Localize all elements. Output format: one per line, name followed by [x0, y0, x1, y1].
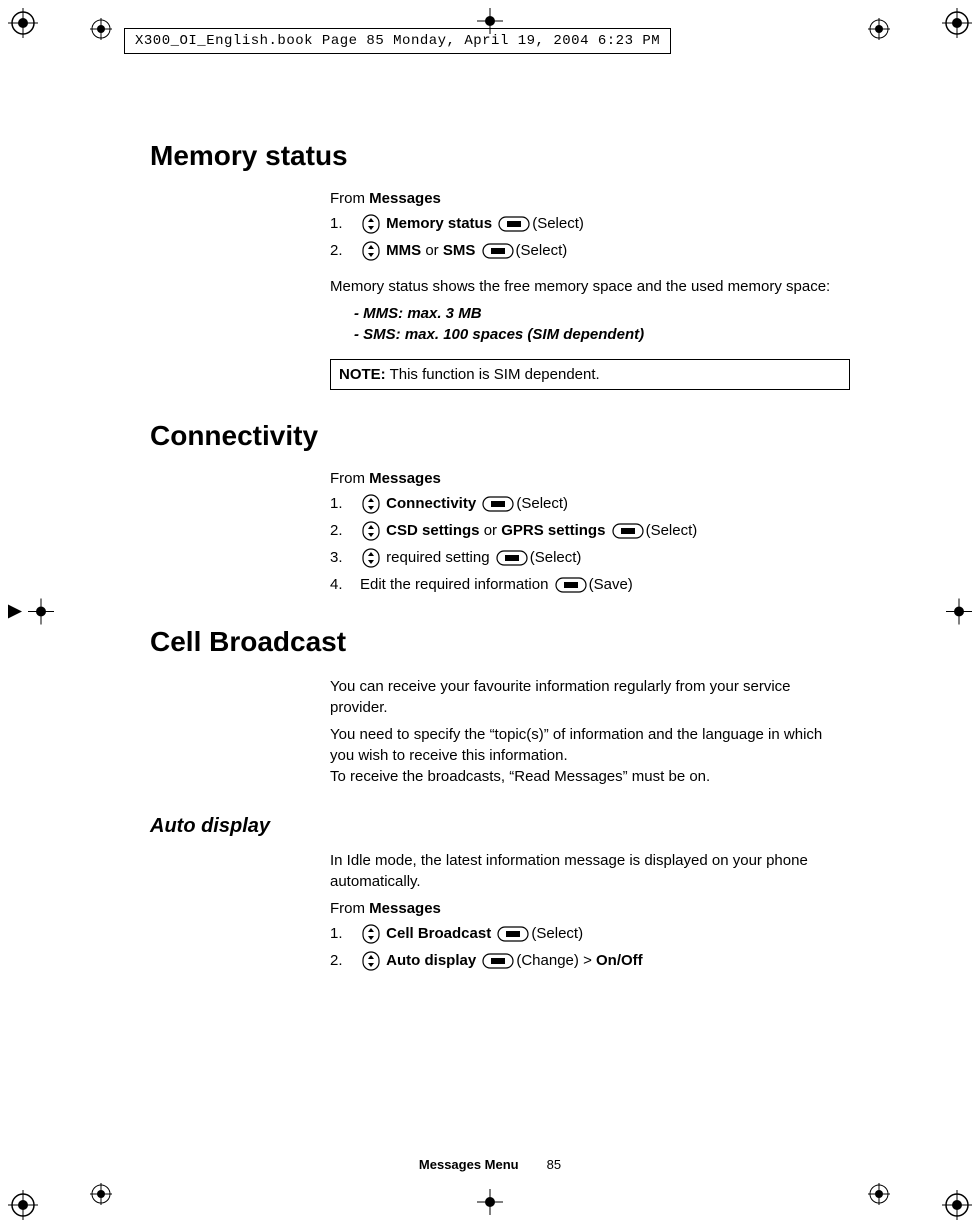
reg-mark-icon — [868, 1183, 890, 1210]
from-label: From Messages — [330, 190, 850, 207]
step-number: 1. — [330, 493, 348, 516]
nav-up-down-icon — [362, 950, 380, 973]
step-number: 1. — [330, 923, 348, 946]
softkey-button-icon — [482, 950, 514, 973]
softkey-button-icon — [497, 923, 529, 946]
from-label: From Messages — [330, 470, 850, 487]
body-text: Memory status shows the free memory spac… — [330, 276, 850, 297]
reg-mark-icon — [477, 1189, 503, 1220]
page-footer: Messages Menu85 — [0, 1157, 980, 1172]
reg-mark-icon — [90, 1183, 112, 1210]
softkey-button-icon — [555, 574, 587, 597]
step-item: 1. Cell Broadcast (Select) — [330, 923, 850, 946]
nav-up-down-icon — [362, 520, 380, 543]
bullet-item: SMS: max. 100 spaces (SIM dependent) — [354, 324, 850, 345]
crop-mark-icon — [942, 8, 972, 38]
reg-mark-icon — [868, 18, 890, 45]
softkey-button-icon — [496, 547, 528, 570]
nav-up-down-icon — [362, 923, 380, 946]
step-item: 2. MMS or SMS (Select) — [330, 240, 850, 263]
heading-cell-broadcast: Cell Broadcast — [150, 626, 850, 658]
body-text: In Idle mode, the latest information mes… — [330, 850, 850, 892]
step-number: 4. — [330, 574, 348, 597]
step-item: 2. Auto display (Change) > On/Off — [330, 950, 850, 973]
step-item: 1. Connectivity (Select) — [330, 493, 850, 516]
step-number: 1. — [330, 213, 348, 236]
note-box: NOTE: This function is SIM dependent. — [330, 359, 850, 390]
softkey-button-icon — [482, 493, 514, 516]
crop-mark-icon — [942, 1190, 972, 1220]
heading-memory-status: Memory status — [150, 140, 850, 172]
step-item: 3. required setting (Select) — [330, 547, 850, 570]
step-item: 2. CSD settings or GPRS settings (Select… — [330, 520, 850, 543]
nav-up-down-icon — [362, 547, 380, 570]
subheading-auto-display: Auto display — [150, 815, 850, 838]
crop-mark-icon — [8, 1190, 38, 1220]
step-number: 3. — [330, 547, 348, 570]
softkey-button-icon — [482, 240, 514, 263]
reg-mark-icon — [946, 599, 972, 630]
nav-up-down-icon — [362, 493, 380, 516]
body-text: You can receive your favourite informati… — [330, 676, 850, 718]
crop-mark-icon — [8, 8, 38, 38]
step-number: 2. — [330, 520, 348, 543]
bullet-item: MMS: max. 3 MB — [354, 303, 850, 324]
softkey-button-icon — [612, 520, 644, 543]
print-header: X300_OI_English.book Page 85 Monday, Apr… — [124, 28, 671, 54]
body-text: To receive the broadcasts, “Read Message… — [330, 766, 850, 787]
step-number: 2. — [330, 240, 348, 263]
step-number: 2. — [330, 950, 348, 973]
from-label: From Messages — [330, 900, 850, 917]
reg-mark-icon — [8, 599, 34, 630]
step-item: 4. Edit the required information (Save) — [330, 574, 850, 597]
softkey-button-icon — [498, 213, 530, 236]
nav-up-down-icon — [362, 240, 380, 263]
nav-up-down-icon — [362, 213, 380, 236]
page-content: Memory status From Messages 1. Memory st… — [150, 140, 850, 977]
heading-connectivity: Connectivity — [150, 420, 850, 452]
body-text: You need to specify the “topic(s)” of in… — [330, 724, 850, 766]
reg-mark-icon — [90, 18, 112, 45]
step-item: 1. Memory status (Select) — [330, 213, 850, 236]
